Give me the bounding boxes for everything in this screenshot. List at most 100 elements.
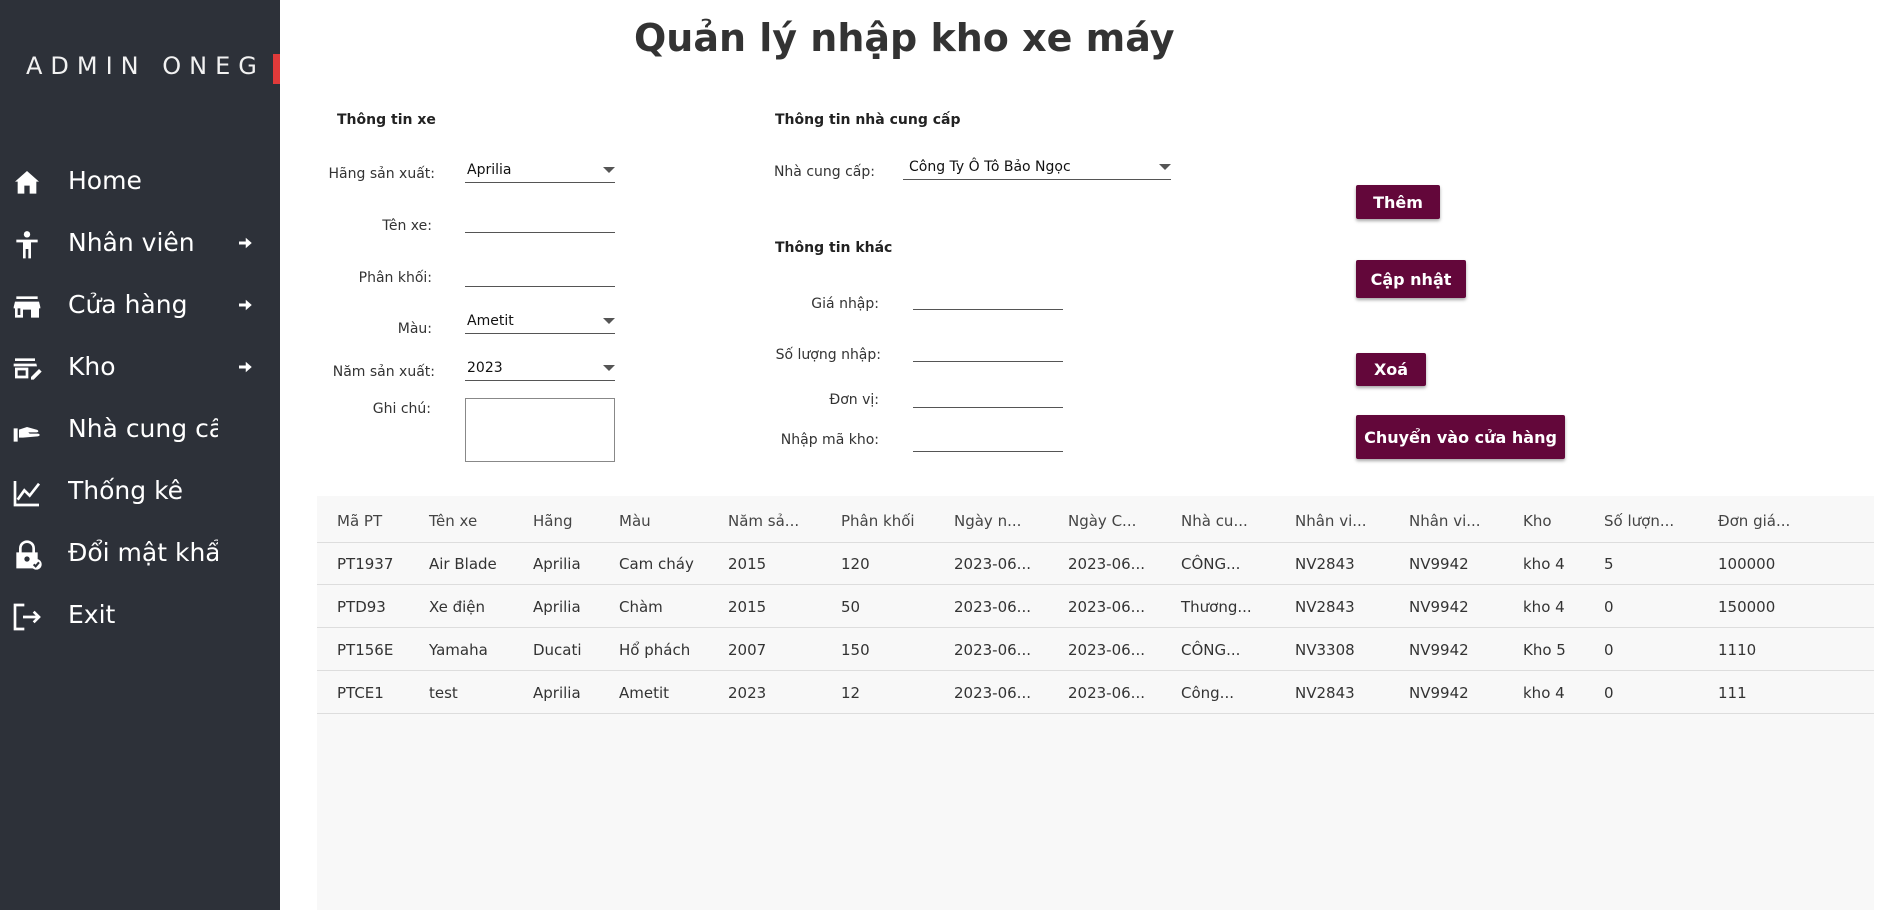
name-label: Tên xe: <box>382 218 432 234</box>
chevron-down-icon <box>603 318 615 324</box>
table-cell: 2023-06... <box>1068 641 1145 659</box>
table-cell: NV2843 <box>1295 598 1355 616</box>
color-select[interactable]: Ametit <box>465 311 615 334</box>
chevron-down-icon <box>1159 164 1171 170</box>
sidebar-item-nhan-vien[interactable]: Nhân viên <box>0 219 280 269</box>
table-cell: NV9942 <box>1409 598 1469 616</box>
supplier-select[interactable]: Công Ty Ô Tô Bảo Ngọc <box>903 157 1171 180</box>
column-header[interactable]: Đơn giá... <box>1718 512 1790 530</box>
chevron-down-icon <box>603 365 615 371</box>
home-icon <box>10 167 44 199</box>
sidebar-item-label: Nhà cung cấp <box>68 414 218 443</box>
table-row[interactable]: PTD93 Xe điện Aprilia Chàm 2015 50 2023-06... 2… <box>317 585 1874 628</box>
table-cell: kho 4 <box>1523 555 1565 573</box>
table-cell: 5 <box>1604 555 1614 573</box>
cc-label: Phân khối: <box>358 270 432 286</box>
note-textarea[interactable] <box>465 398 615 462</box>
transfer-to-store-button[interactable]: Chuyển vào cửa hàng <box>1356 415 1565 459</box>
arrow-right-icon <box>236 296 254 314</box>
column-header[interactable]: Tên xe <box>429 512 477 530</box>
update-button[interactable]: Cập nhật <box>1356 260 1466 298</box>
sidebar-item-kho[interactable]: Kho <box>0 343 280 393</box>
year-select-value: 2023 <box>467 360 503 376</box>
warehouse-input[interactable] <box>913 429 1063 452</box>
name-input[interactable] <box>465 210 615 233</box>
person-icon <box>10 229 44 261</box>
column-header[interactable]: Kho <box>1523 512 1552 530</box>
table-row[interactable]: PT156E Yamaha Ducati Hổ phách 2007 150 2023-06… <box>317 628 1874 671</box>
table-cell: Thương... <box>1181 598 1252 616</box>
column-header[interactable]: Số lượn... <box>1604 512 1674 530</box>
sidebar-item-label: Đổi mật khẩu <box>68 538 218 567</box>
column-header[interactable]: Nhân vi... <box>1295 512 1367 530</box>
table-cell: 2023-06... <box>954 684 1031 702</box>
delete-button[interactable]: Xoá <box>1356 353 1426 386</box>
table-cell: 2023-06... <box>1068 598 1145 616</box>
store-icon <box>10 291 44 323</box>
unit-input[interactable] <box>913 385 1063 408</box>
table-cell: 150000 <box>1718 598 1776 616</box>
column-header[interactable]: Nhà cu... <box>1181 512 1248 530</box>
brand-select-value: Aprilia <box>467 162 512 178</box>
column-header[interactable]: Nhân vi... <box>1409 512 1481 530</box>
table-cell: 2015 <box>728 555 767 573</box>
sidebar-item-thong-ke[interactable]: Thống kê <box>0 467 280 517</box>
column-header[interactable]: Ngày n... <box>954 512 1021 530</box>
table-cell: Xe điện <box>429 598 486 616</box>
table-cell: Chàm <box>619 598 663 616</box>
page-title: Quản lý nhập kho xe máy <box>634 16 1175 60</box>
sidebar-item-label: Exit <box>68 600 116 629</box>
table-cell: 0 <box>1604 598 1614 616</box>
table-cell: kho 4 <box>1523 598 1565 616</box>
table-header: Mã PT Tên xe Hãng Màu Năm sả... Phân khối Ngày… <box>317 496 1874 543</box>
table-cell: PT1937 <box>337 555 394 573</box>
arrow-right-icon <box>236 358 254 376</box>
table-cell: 50 <box>841 598 861 616</box>
sidebar-item-exit[interactable]: Exit <box>0 591 280 641</box>
table-cell: PTCE1 <box>337 684 384 702</box>
table-cell: 2023-06... <box>954 641 1031 659</box>
cc-input[interactable] <box>465 264 615 287</box>
column-header[interactable]: Màu <box>619 512 651 530</box>
add-button[interactable]: Thêm <box>1356 185 1440 219</box>
sidebar-item-label: Home <box>68 166 142 195</box>
column-header[interactable]: Năm sả... <box>728 512 799 530</box>
color-label: Màu: <box>397 321 432 337</box>
table-cell: NV2843 <box>1295 555 1355 573</box>
table-cell: NV9942 <box>1409 555 1469 573</box>
qty-label: Số lượng nhập: <box>775 347 881 363</box>
brand-label: Hãng sản xuất: <box>328 166 435 182</box>
table-cell: Cam cháy <box>619 555 694 573</box>
sidebar-item-doi-mat-khau[interactable]: Đổi mật khẩu <box>0 529 280 579</box>
table-row[interactable]: PTCE1 test Aprilia Ametit 2023 12 2023-06... 20… <box>317 671 1874 714</box>
chart-icon <box>10 477 44 509</box>
table-cell: 2023 <box>728 684 767 702</box>
table-cell: NV9942 <box>1409 684 1469 702</box>
supplier-select-value: Công Ty Ô Tô Bảo Ngọc <box>909 159 1071 175</box>
column-header[interactable]: Hãng <box>533 512 573 530</box>
sidebar-item-label: Cửa hàng <box>68 290 188 319</box>
other-section-title: Thông tin khác <box>775 240 893 256</box>
table-cell: NV2843 <box>1295 684 1355 702</box>
year-select[interactable]: 2023 <box>465 358 615 381</box>
table-cell: 120 <box>841 555 870 573</box>
column-header[interactable]: Mã PT <box>337 512 382 530</box>
brand-title: ADMIN ONEG <box>26 52 265 80</box>
brand-select[interactable]: Aprilia <box>465 160 615 183</box>
table-cell: Aprilia <box>533 598 581 616</box>
table-cell: PT156E <box>337 641 394 659</box>
hand-icon <box>10 415 44 447</box>
column-header[interactable]: Ngày C... <box>1068 512 1136 530</box>
table-cell: NV9942 <box>1409 641 1469 659</box>
sidebar-item-home[interactable]: Home <box>0 157 280 207</box>
qty-input[interactable] <box>913 339 1063 362</box>
brand-accent-bar <box>273 54 280 84</box>
column-header[interactable]: Phân khối <box>841 512 915 530</box>
sidebar-item-nha-cung-cap[interactable]: Nhà cung cấp <box>0 405 280 455</box>
table-row[interactable]: PT1937 Air Blade Aprilia Cam cháy 2015 120 202… <box>317 542 1874 585</box>
table-cell: PTD93 <box>337 598 386 616</box>
sidebar-item-cua-hang[interactable]: Cửa hàng <box>0 281 280 331</box>
table-cell: 2015 <box>728 598 767 616</box>
table-cell: 0 <box>1604 684 1614 702</box>
price-input[interactable] <box>913 287 1063 310</box>
